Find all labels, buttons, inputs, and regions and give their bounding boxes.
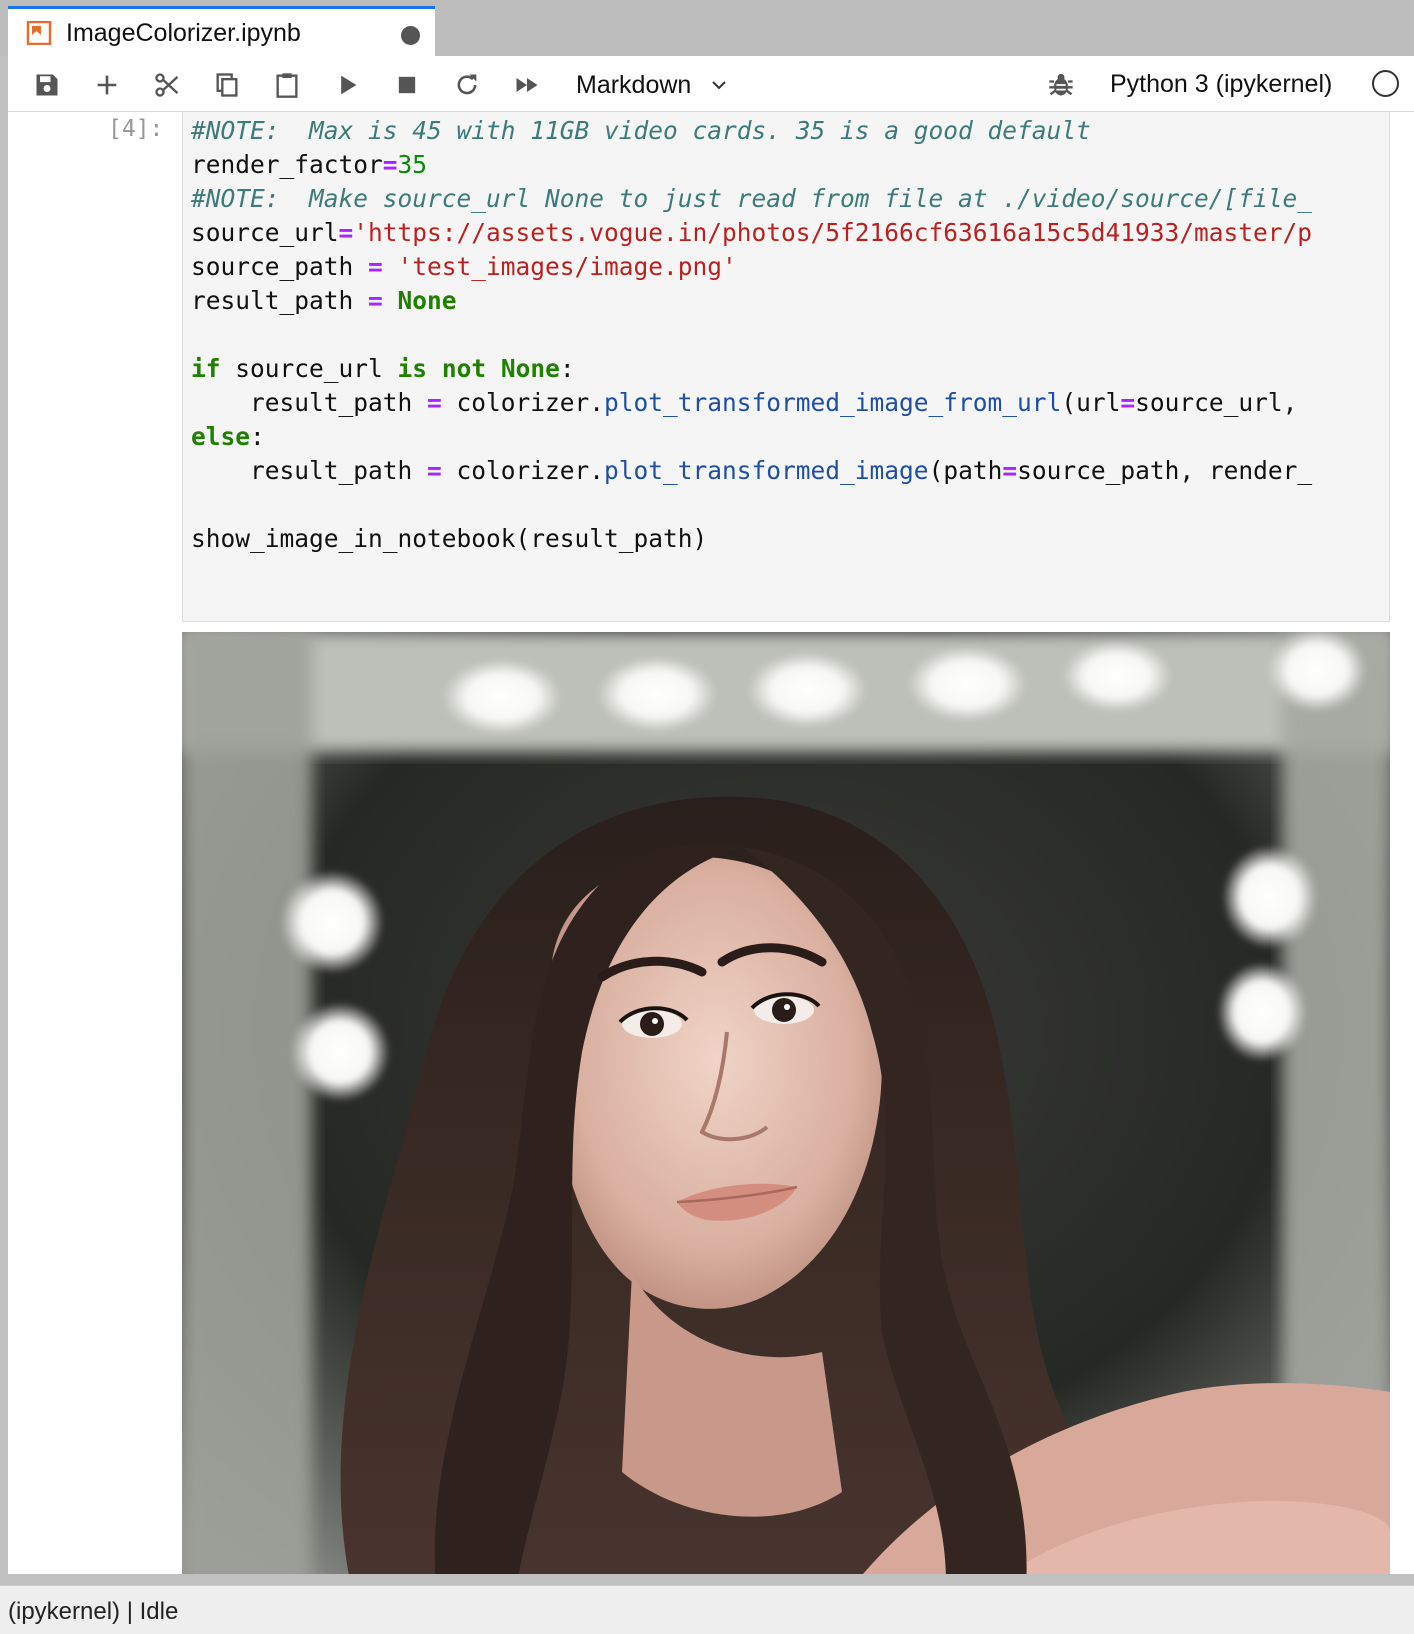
unsaved-indicator-icon[interactable] [401,26,420,45]
code-token: render_factor [191,150,383,179]
kernel-status-icon [1372,70,1399,97]
code-line: #NOTE: Make source_url None to just read… [191,182,1312,216]
play-icon [341,75,357,95]
save-icon [36,74,58,96]
code-token: #NOTE: Make source_url None to just read… [191,184,1313,213]
kernel-status-text[interactable]: (ipykernel) | Idle [8,1598,178,1626]
code-token: source_url [191,218,339,247]
code-token: plot_transformed_image [604,456,929,485]
code-line: result_path = None [191,284,1312,318]
code-token: = [1120,388,1136,417]
debugger-button[interactable] [1044,68,1078,102]
code-token: 35 [397,150,428,179]
code-token: show_image_in_notebook(result_path) [191,524,708,553]
code-token: = [368,252,383,281]
code-token: colorizer. [441,456,605,485]
code-token: source_path [191,252,369,281]
restart-icon [457,74,477,95]
code-token: : [559,354,575,383]
kernel-name[interactable]: Python 3 (ipykernel) [1110,70,1332,99]
code-token: source_url [220,354,398,383]
code-token: = [1002,456,1018,485]
colorized-portrait-image [182,632,1390,1574]
code-token: 'test_images/image.png' [397,252,737,281]
code-token: #NOTE: Max is 45 with 11GB video cards. … [191,116,1091,145]
code-token: = [368,286,383,315]
stop-icon [398,76,416,94]
tab-bar: ImageColorizer.ipynb [0,0,1414,56]
code-token: None [397,286,457,315]
copy-button[interactable] [208,66,246,104]
code-line: source_path = 'test_images/image.png' [191,250,1312,284]
scissors-icon [155,73,179,97]
copy-icon [216,73,238,97]
code-token: if [191,354,221,383]
code-token: is [397,354,428,383]
notebook-toolbar: Markdown Python 3 (ipykernel) [8,56,1414,112]
code-token: = [427,388,442,417]
insert-cell-button[interactable] [88,66,126,104]
save-button[interactable] [28,66,66,104]
code-token: plot_transformed_image_from_url [604,388,1062,417]
code-token: (path [928,456,1003,485]
code-line: render_factor=35 [191,148,1312,182]
code-line: source_url='https://assets.vogue.in/phot… [191,216,1312,250]
code-line: if source_url is not None: [191,352,1312,386]
tab-title: ImageColorizer.ipynb [66,19,301,47]
output-image [182,632,1390,1574]
code-token: 'https://assets.vogue.in/photos/5f2166cf… [353,218,1313,247]
code-token: = [382,150,398,179]
cell-type-select[interactable]: Markdown [576,67,729,103]
code-line: result_path = colorizer.plot_transformed… [191,386,1312,420]
code-token: else [191,422,251,451]
chevron-down-icon [712,81,727,90]
run-button[interactable] [328,66,366,104]
code-cell-editor[interactable]: #NOTE: Max is 45 with 11GB video cards. … [182,112,1390,622]
execution-count: [4]: [108,116,164,142]
fast-forward-icon [516,78,538,92]
notebook-tab[interactable]: ImageColorizer.ipynb [8,6,435,56]
paste-button[interactable] [268,66,306,104]
bug-icon [1049,73,1073,96]
code-token: colorizer. [441,388,605,417]
code-line: #NOTE: Max is 45 with 11GB video cards. … [191,114,1312,148]
code-token: = [427,456,442,485]
cell-type-label: Markdown [576,70,692,99]
code-token: result_path [191,286,369,315]
code-line: else: [191,420,1312,454]
code-token: (url [1061,388,1121,417]
restart-run-all-button[interactable] [508,66,546,104]
code-token: = [338,218,354,247]
plus-icon [97,75,117,95]
status-bar: (ipykernel) | Idle [0,1585,1414,1634]
cut-button[interactable] [148,66,186,104]
code-text[interactable]: #NOTE: Max is 45 with 11GB video cards. … [191,114,1312,556]
code-token: source_url, [1135,388,1298,417]
code-token: source_path, render_ [1017,456,1313,485]
code-line: result_path = colorizer.plot_transformed… [191,454,1312,488]
notebook-panel: Markdown Python 3 (ipykernel) [4]: #NOTE… [8,56,1414,1574]
code-token: not [441,354,487,383]
code-token: result_path [191,456,428,485]
clipboard-icon [276,73,298,98]
code-token: : [250,422,265,451]
code-line: show_image_in_notebook(result_path) [191,522,1312,556]
notebook-icon [26,21,52,45]
interrupt-button[interactable] [388,66,426,104]
code-token: result_path [191,388,428,417]
restart-button[interactable] [448,66,486,104]
code-token: None [500,354,560,383]
